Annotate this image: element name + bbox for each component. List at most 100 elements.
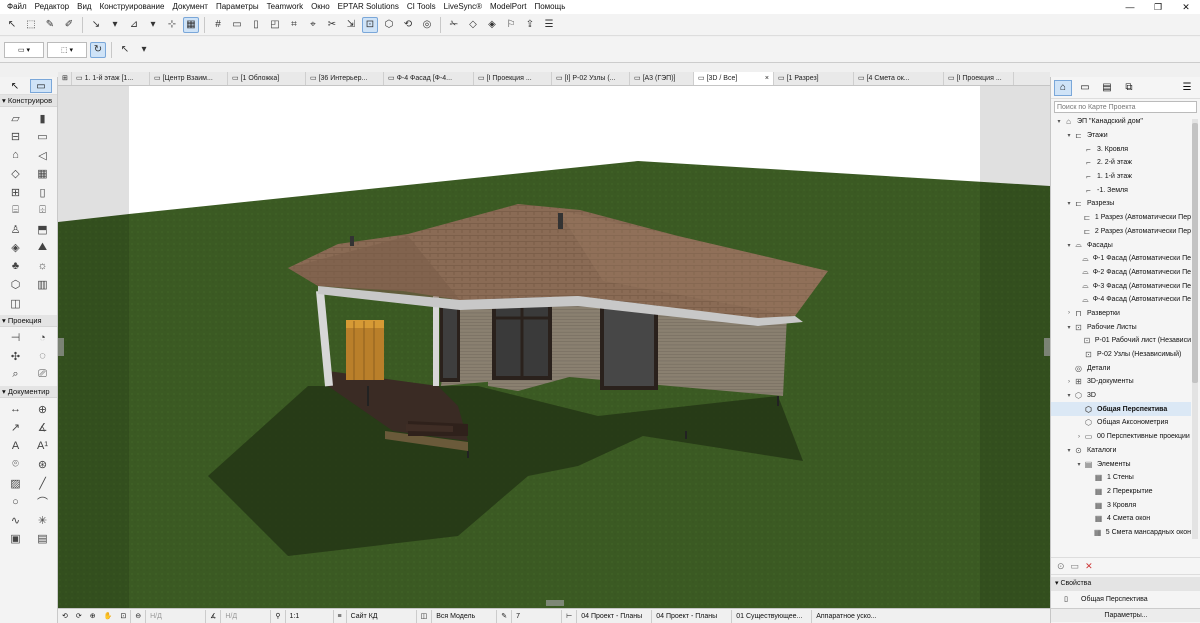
tab-view[interactable]: ▭ [1 Обложка] [228, 72, 306, 85]
partial-display-dropdown[interactable]: ⬚ ▾ [47, 41, 87, 58]
menu-item[interactable]: Файл [3, 0, 31, 14]
pan-icon[interactable]: ✋ [100, 612, 117, 620]
spline-tool-icon[interactable]: ∿ [2, 511, 29, 530]
circle-tool-icon[interactable]: ○ [2, 493, 29, 512]
morph-tool-icon[interactable]: ◈ [2, 239, 29, 258]
menu-item[interactable]: Редактор [31, 0, 73, 14]
tab-view[interactable]: ▭ [А3 (ГЭП)] [630, 72, 694, 85]
3d-engine[interactable]: Аппаратное уско... [811, 609, 891, 623]
flag-icon[interactable]: ⚐ [503, 17, 519, 33]
display-icon[interactable]: ◎ [419, 17, 435, 33]
tree-toggle-icon[interactable]: › [1075, 434, 1083, 440]
camera-tool-icon[interactable]: ⎚ [29, 366, 56, 385]
menu-item[interactable]: Окно [307, 0, 334, 14]
tab-view[interactable]: ▭ [4 Смета ок... [854, 72, 944, 85]
minimize-button[interactable]: — [1116, 0, 1144, 14]
adjust-icon[interactable]: ⇲ [343, 17, 359, 33]
grid-icon[interactable]: # [210, 17, 226, 33]
grid-tool-icon[interactable]: ⊛ [29, 456, 56, 475]
maximize-button[interactable]: ❐ [1144, 0, 1172, 14]
model-view-options[interactable]: Вся Модель [431, 609, 496, 623]
tree-item[interactable]: ⊏ 2 Разрез (Автоматически Пер [1051, 225, 1191, 239]
tree-item[interactable]: ◎ Детали [1051, 361, 1191, 375]
radial-dimension-tool-icon[interactable]: ↗ [2, 419, 29, 438]
guide-icon[interactable]: ⊿ [126, 17, 142, 33]
tree-item[interactable]: ▾ ▤ Элементы [1051, 457, 1191, 471]
navigator-menu-icon[interactable]: ☰ [1178, 80, 1196, 96]
window-tool-icon[interactable]: ⊞ [2, 183, 29, 202]
tree-item[interactable]: ⊡ Р-02 Узлы (Независимый) [1051, 348, 1191, 362]
opening-tool-icon[interactable]: ◫ [2, 294, 29, 313]
tree-item[interactable]: ⌓ Ф-2 Фасад (Автоматически Пе [1051, 266, 1191, 280]
angle-dimension-tool-icon[interactable]: ∡ [29, 419, 56, 438]
tree-toggle-icon[interactable]: ▾ [1065, 200, 1073, 207]
polyline-tool-icon[interactable]: ⌒ [29, 493, 56, 512]
tab-view[interactable]: ▭ [3D / Все] × [694, 72, 774, 85]
snap-dropdown-icon[interactable]: ▾ [107, 17, 123, 33]
orbit-icon[interactable]: ↻ [90, 41, 106, 58]
section-tool-icon[interactable]: ⊣ [2, 329, 29, 348]
pointer-dropdown-icon[interactable]: ▾ [136, 42, 152, 58]
cut-icon[interactable]: ✁ [446, 17, 462, 33]
tree-item[interactable]: › ▭ 00 Перспективные проекции [1051, 430, 1191, 444]
bottom-splitter-handle[interactable] [546, 600, 564, 606]
tree-item[interactable]: ▦ 4 Смета окон [1051, 512, 1191, 526]
tree-item[interactable]: ⌐ 3. Кровля [1051, 142, 1191, 156]
undo-icon[interactable]: ⟲ [58, 612, 72, 620]
tab-view[interactable]: ▭ [I] Р-02 Узлы (... [552, 72, 630, 85]
menu-item[interactable]: Вид [73, 0, 95, 14]
box-tool-icon[interactable]: ⬡ [2, 276, 29, 295]
lamp-tool-icon[interactable]: ♣ [2, 257, 29, 276]
tree-item[interactable]: ⊏ 1 Разрез (Автоматически Пер [1051, 211, 1191, 225]
level-tool-icon[interactable]: ⊕ [29, 400, 56, 419]
tree-toggle-icon[interactable]: ▾ [1065, 447, 1073, 454]
zoom-icon[interactable]: ⊖ [130, 609, 145, 623]
dimension-standard[interactable]: 04 Проект - Планы [576, 609, 651, 623]
dimension-tool-icon[interactable]: ↔ [2, 400, 29, 419]
wall-tool-icon[interactable]: ▱ [2, 109, 29, 128]
tree-item[interactable]: ⌐ -1. Земля [1051, 183, 1191, 197]
redo-icon[interactable]: ⟳ [72, 612, 86, 620]
publish-icon[interactable]: ⇪ [522, 17, 538, 33]
toolbox-section-document[interactable]: ▾ Документир [0, 386, 57, 398]
toolbox-section-viewpoint[interactable]: ▾ Проекция [0, 314, 57, 327]
intersect-icon[interactable]: ✂ [324, 17, 340, 33]
graphic-override[interactable]: 04 Проект - Планы [651, 609, 731, 623]
detail-tool-icon[interactable]: ⌕ [2, 366, 29, 385]
arrow-icon[interactable]: ↖ [4, 17, 20, 33]
menu-item[interactable]: ModelPort [486, 0, 530, 14]
menu-item[interactable]: EPTAR Solutions [334, 0, 403, 14]
tab-view[interactable]: ▭ Ф-4 Фасад [Ф-4... [384, 72, 474, 85]
suspend-groups-icon[interactable]: ◰ [267, 17, 283, 33]
zone-tool-icon[interactable]: ⬒ [29, 220, 56, 239]
beam-tool-icon[interactable]: ⊟ [2, 128, 29, 147]
tree-item[interactable]: ▦ 5 Смета мансардных окон [1051, 526, 1191, 540]
tree-item[interactable]: › ⊞ 3D-документы [1051, 375, 1191, 389]
tree-toggle-icon[interactable]: ▾ [1065, 132, 1073, 139]
pen-icon[interactable]: ✎ [496, 609, 511, 623]
layout-book-icon[interactable]: ▤ [1098, 80, 1116, 96]
tree-item[interactable]: ⌐ 2. 2-й этаж [1051, 156, 1191, 170]
tab-view[interactable]: ▭ [36 Интерьер... [306, 72, 384, 85]
tree-item[interactable]: ▦ 1 Стены [1051, 471, 1191, 485]
scale-value[interactable]: 1:1 [284, 609, 333, 623]
tab-view[interactable]: ▭ 1. 1-й этаж [1... [72, 72, 150, 85]
menu-item[interactable]: LiveSync® [440, 0, 486, 14]
tree-toggle-icon[interactable]: ▾ [1065, 392, 1073, 399]
tree-toggle-icon[interactable]: ▾ [1075, 461, 1083, 468]
tree-item[interactable]: ⌓ Ф-1 Фасад (Автоматически Пе [1051, 252, 1191, 266]
curtain-wall-tool-icon[interactable]: ▦ [29, 165, 56, 184]
roof-tool-icon[interactable]: ⌂ [2, 146, 29, 165]
interior-elevation-tool-icon[interactable]: ✣ [2, 347, 29, 366]
skylight-tool-icon[interactable]: ◇ [2, 165, 29, 184]
snap-points-icon[interactable]: ⊹ [164, 17, 180, 33]
worksheet-tool-icon[interactable]: ◌ [29, 347, 56, 366]
tree-item[interactable]: ⌐ 1. 1-й этаж [1051, 170, 1191, 184]
tree-toggle-icon[interactable]: ▾ [1065, 242, 1073, 249]
rotate-icon[interactable]: ⟲ [400, 17, 416, 33]
merge-icon[interactable]: ⌖ [305, 17, 321, 33]
zoom-in-icon[interactable]: ⊕ [86, 612, 100, 620]
tab-view[interactable]: ▭ [I Проекция ... [944, 72, 1014, 85]
tab-view[interactable]: ▭ [1 Разрез] [774, 72, 854, 85]
marquee-icon[interactable]: ⬚ [23, 17, 39, 33]
